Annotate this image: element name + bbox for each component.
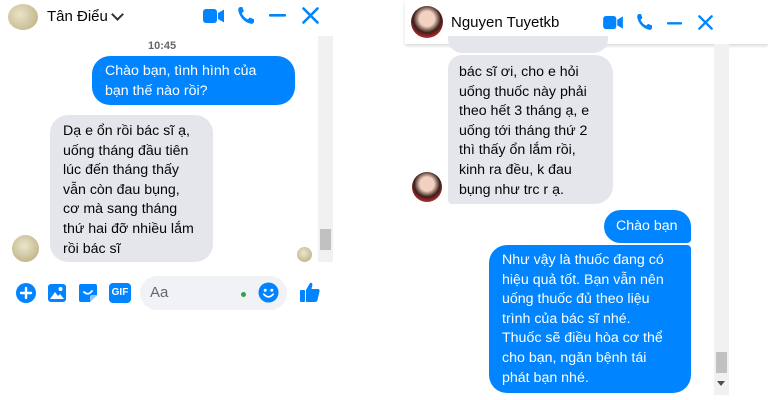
message-line: Chào bạn, tình hình của (105, 63, 257, 79)
scrollbar[interactable] (714, 44, 729, 395)
seen-receipt-avatar (297, 247, 312, 262)
message-line: Chào bạn (616, 218, 678, 234)
message-line: bạn thế nào rồi? (105, 82, 208, 99)
message-line: bác sĩ ơi, cho e hỏi (459, 64, 579, 80)
contact-name[interactable]: Nguyen Tuyetkb (451, 14, 559, 31)
message-line: lúc đến tháng thấy (63, 162, 179, 179)
video-call-icon[interactable] (603, 15, 624, 30)
message-line: hiệu quả tốt. Bạn vẫn nên (502, 271, 664, 288)
message-bubble-partial[interactable] (448, 36, 608, 53)
chevron-down-icon[interactable] (111, 8, 124, 21)
message-line: trình của bác sĩ nhé. (502, 310, 631, 327)
message-line: kinh ra đều, k đau (459, 161, 572, 178)
chat-window-right: Nguyen Tuyetkb bác sĩ ơi, cho e hỏi uống… (405, 0, 768, 400)
message-bubble-incoming[interactable]: Dạ e ổn rồi bác sĩ ạ, uống tháng đầu tiê… (50, 115, 213, 262)
emoji-icon[interactable] (258, 282, 279, 303)
online-dot (241, 292, 246, 297)
message-line: thì thấy ổn lắm rồi, (459, 142, 576, 159)
close-icon[interactable] (302, 7, 319, 24)
like-icon[interactable] (299, 281, 321, 303)
phone-icon[interactable] (237, 6, 255, 25)
message-input-placeholder: Aa (150, 284, 169, 301)
message-bubble-outgoing[interactable]: Chào bạn (604, 210, 691, 243)
contact-avatar[interactable] (411, 6, 443, 38)
chat-header: Tân Điểu (0, 0, 334, 34)
sender-avatar[interactable] (12, 235, 39, 262)
plus-icon[interactable] (16, 283, 36, 303)
minimize-icon[interactable] (667, 22, 682, 25)
message-line: phát bạn nhé. (502, 369, 589, 386)
chat-window-left: Tân Điểu 10:45 Chào bạn, tình hình của b… (0, 0, 334, 400)
message-line: Thuốc sẽ điều hòa cơ thể (502, 330, 663, 347)
phone-icon[interactable] (636, 13, 653, 31)
gif-label: GIF (111, 287, 129, 298)
message-line: cơ mà sang tháng (63, 201, 178, 218)
scrollbar-thumb[interactable] (716, 352, 727, 373)
message-line: vẫn còn đau bụng, (63, 181, 180, 198)
message-line: cho bạn, ngăn bệnh tái (502, 349, 647, 366)
message-line: thứ hai đỡ nhiều lắm (63, 220, 194, 237)
message-line: uống thuốc đủ theo liệu (502, 291, 650, 308)
scrollbar[interactable] (318, 36, 333, 262)
message-line: Dạ e ổn rồi bác sĩ ạ, (63, 123, 190, 139)
sender-avatar[interactable] (412, 172, 442, 202)
contact-avatar[interactable] (8, 4, 38, 30)
contact-name[interactable]: Tân Điểu (47, 8, 108, 25)
message-timestamp: 10:45 (148, 40, 177, 52)
message-line: uống tháng đầu tiên (63, 142, 189, 159)
message-line: uống tới tháng thứ 2 (459, 122, 588, 139)
message-input[interactable]: Aa (140, 276, 287, 310)
message-line: theo hết 3 tháng ạ, e (459, 103, 590, 120)
minimize-icon[interactable] (269, 14, 286, 17)
message-bubble-outgoing[interactable]: Chào bạn, tình hình của bạn thế nào rồi? (92, 56, 295, 105)
message-line: Như vậy là thuốc đang có (502, 252, 664, 268)
message-line: uống thuốc này phải (459, 83, 587, 100)
scroll-down-arrow[interactable] (717, 381, 725, 386)
close-icon[interactable] (698, 15, 713, 30)
video-call-icon[interactable] (203, 8, 225, 24)
image-icon[interactable] (47, 283, 67, 303)
gif-icon[interactable]: GIF (109, 283, 131, 303)
message-composer: GIF Aa (0, 276, 334, 310)
message-bubble-incoming[interactable]: bác sĩ ơi, cho e hỏi uống thuốc này phải… (448, 55, 613, 204)
scrollbar-thumb[interactable] (320, 229, 331, 250)
message-line: rồi bác sĩ (63, 240, 121, 257)
sticker-icon[interactable] (78, 283, 98, 303)
message-line: bụng như trc r ạ. (459, 181, 564, 198)
message-bubble-outgoing[interactable]: Như vậy là thuốc đang có hiệu quả tốt. B… (489, 245, 691, 393)
